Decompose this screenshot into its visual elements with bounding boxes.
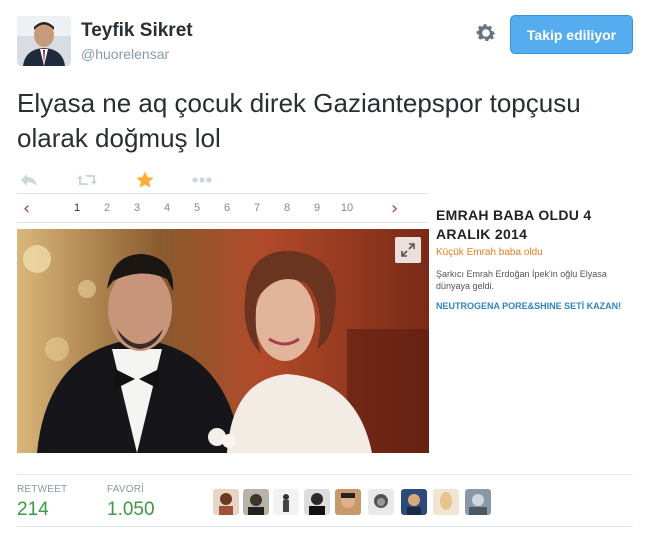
avatar[interactable] xyxy=(335,489,361,515)
article-headline: EMRAH BABA OLDU 4 ARALIK 2014 xyxy=(436,207,592,242)
avatar[interactable] xyxy=(243,489,269,515)
retweet-icon[interactable] xyxy=(75,168,99,192)
favorite-star-icon[interactable] xyxy=(133,168,157,192)
wedding-photo xyxy=(17,229,429,453)
gallery-pager: ‹ 1 2 3 4 5 6 7 8 9 10 › xyxy=(17,193,429,223)
favorite-count[interactable]: 1.050 xyxy=(107,499,155,521)
retweet-label[interactable]: RETWEET xyxy=(17,484,67,495)
avatar[interactable] xyxy=(465,489,491,515)
pager-item[interactable]: 1 xyxy=(65,202,89,214)
pager-item[interactable]: 4 xyxy=(155,202,179,214)
user-handle[interactable]: @huorelensar xyxy=(81,46,169,62)
avatar[interactable] xyxy=(273,489,299,515)
pager-item[interactable]: 7 xyxy=(245,202,269,214)
pager-item[interactable]: 10 xyxy=(335,202,359,214)
following-button[interactable]: Takip ediliyor xyxy=(510,15,633,54)
avatar[interactable] xyxy=(304,489,330,515)
pager-item[interactable]: 3 xyxy=(125,202,149,214)
pager-item[interactable]: 6 xyxy=(215,202,239,214)
favorite-label[interactable]: FAVORİ xyxy=(107,484,144,495)
avatar[interactable] xyxy=(401,489,427,515)
avatar[interactable] xyxy=(368,489,394,515)
embedded-image[interactable]: ‹ 1 2 3 4 5 6 7 8 9 10 › EMRAH BABA OLDU… xyxy=(17,193,635,455)
article-subtitle: Küçük Emrah baba oldu xyxy=(436,247,543,258)
pager-item[interactable]: 2 xyxy=(95,202,119,214)
expand-icon[interactable] xyxy=(395,237,421,263)
gear-icon[interactable] xyxy=(474,21,498,45)
next-arrow[interactable]: › xyxy=(391,198,398,219)
promo-link[interactable]: NEUTROGENA PORE&SHINE SETİ KAZAN! xyxy=(436,301,621,311)
avatar[interactable] xyxy=(17,16,71,66)
pager-item[interactable]: 8 xyxy=(275,202,299,214)
more-icon[interactable] xyxy=(190,168,214,192)
user-name[interactable]: Teyfik Sikret xyxy=(81,20,193,42)
tweet-text: Elyasa ne aq çocuk direk Gaziantepspor t… xyxy=(17,88,581,153)
tweet-stats: RETWEET 214 FAVORİ 1.050 xyxy=(17,474,633,527)
retweet-count[interactable]: 214 xyxy=(17,499,49,521)
avatar[interactable] xyxy=(433,489,459,515)
prev-arrow[interactable]: ‹ xyxy=(23,198,30,219)
pager-item[interactable]: 5 xyxy=(185,202,209,214)
reply-icon[interactable] xyxy=(17,168,41,192)
article-description: Şarkıcı Emrah Erdoğan İpek'in oğlu Elyas… xyxy=(436,269,607,291)
pager-item[interactable]: 9 xyxy=(305,202,329,214)
avatar[interactable] xyxy=(213,489,239,515)
